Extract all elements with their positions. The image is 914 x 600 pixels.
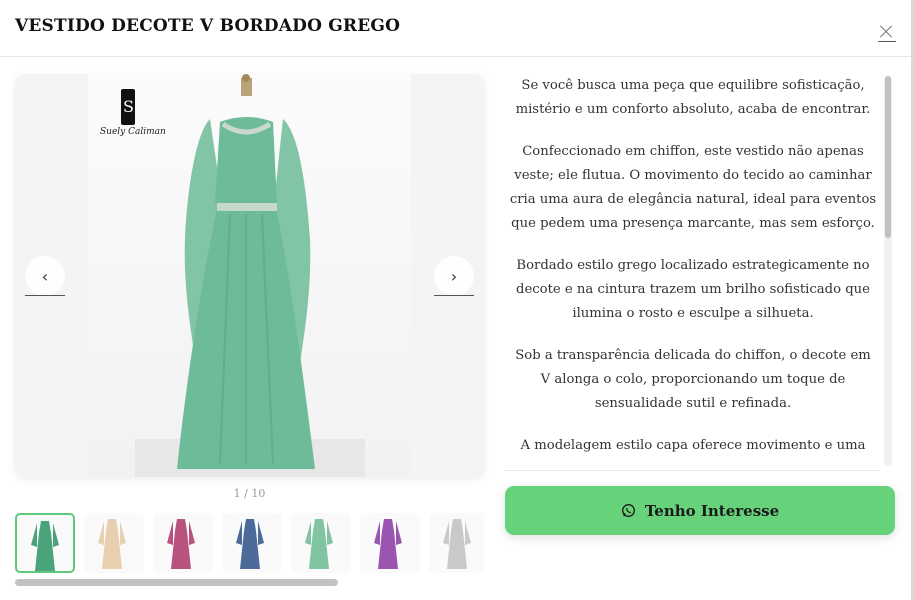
waist-embroidery bbox=[217, 203, 277, 211]
thumbnail-dress-icon bbox=[305, 519, 333, 569]
whatsapp-icon bbox=[621, 504, 635, 517]
product-description: Se você busca uma peça que equilibre sof… bbox=[505, 74, 881, 466]
description-divider bbox=[505, 470, 881, 471]
thumbnail-dress-icon bbox=[443, 519, 471, 569]
main-product-image[interactable]: Suely Caliman ‹ › bbox=[15, 74, 484, 477]
mannequin-top bbox=[242, 74, 250, 82]
previous-button-underline bbox=[25, 295, 65, 296]
thumbnail-dress-icon bbox=[236, 519, 264, 569]
image-counter: 1 / 10 bbox=[233, 487, 266, 500]
modal-header: VESTIDO DECOTE V BORDADO GREGO bbox=[0, 0, 911, 57]
dress-illustration bbox=[135, 74, 365, 477]
brand-mark-icon bbox=[121, 89, 135, 125]
description-paragraph: Se você busca uma peça que equilibre sof… bbox=[515, 78, 871, 117]
thumbnail-strip bbox=[15, 513, 484, 575]
brand-logo: Suely Caliman bbox=[100, 89, 166, 141]
chevron-left-icon: ‹ bbox=[41, 266, 49, 286]
thumbnail[interactable] bbox=[15, 513, 75, 573]
description-paragraph: Sob a transparência delicada do chiffon,… bbox=[515, 348, 871, 411]
thumbnail[interactable] bbox=[291, 513, 351, 573]
product-title: VESTIDO DECOTE V BORDADO GREGO bbox=[15, 16, 401, 36]
thumbnail[interactable] bbox=[360, 513, 420, 573]
thumbnail-scrollbar-thumb[interactable] bbox=[15, 579, 338, 586]
thumbnail[interactable] bbox=[153, 513, 213, 573]
chevron-right-icon: › bbox=[450, 266, 458, 286]
brand-name: Suely Caliman bbox=[100, 127, 166, 137]
description-scrollbar-thumb[interactable] bbox=[885, 76, 891, 238]
interest-button-label: Tenho Interesse bbox=[644, 501, 780, 520]
thumbnail-dress-icon bbox=[374, 519, 402, 569]
product-modal: VESTIDO DECOTE V BORDADO GREGO S Suely C… bbox=[0, 0, 914, 600]
next-button-underline bbox=[434, 295, 474, 296]
thumbnail[interactable] bbox=[222, 513, 282, 573]
description-paragraph: Bordado estilo grego localizado estrateg… bbox=[516, 258, 870, 321]
thumbnail[interactable] bbox=[84, 513, 144, 573]
thumbnail[interactable] bbox=[429, 513, 484, 573]
thumbnail-dress-icon bbox=[31, 521, 59, 571]
thumbnail-dress-icon bbox=[167, 519, 195, 569]
description-paragraph: A modelagem estilo capa oferece moviment… bbox=[520, 438, 866, 453]
close-icon[interactable] bbox=[876, 22, 896, 42]
thumbnail-dress-icon bbox=[98, 519, 126, 569]
description-paragraph: Confeccionado em chiffon, este vestido n… bbox=[509, 144, 877, 231]
next-image-button[interactable]: › bbox=[434, 256, 474, 296]
interest-button[interactable]: Tenho Interesse bbox=[505, 486, 895, 535]
previous-image-button[interactable]: ‹ bbox=[25, 256, 65, 296]
close-underline bbox=[878, 41, 896, 42]
